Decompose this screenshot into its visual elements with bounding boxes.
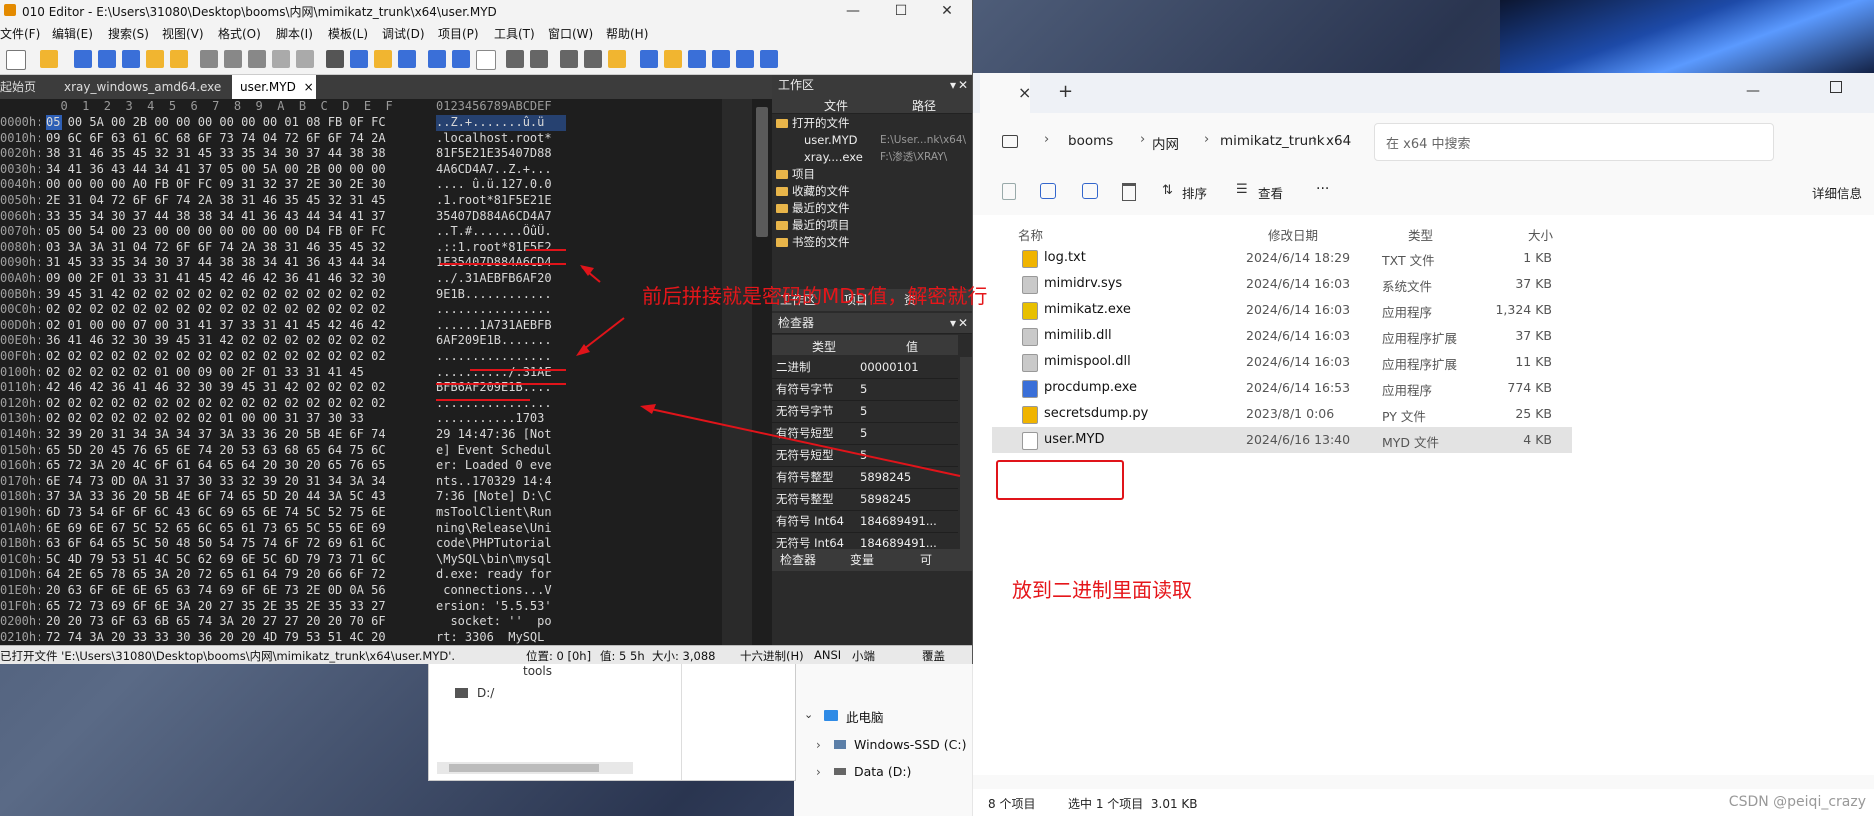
annotation-binary: 放到二进制里面读取: [1012, 578, 1192, 602]
annotation-overlay: [436, 249, 961, 477]
watermark: CSDN @peiqi_crazy: [1728, 794, 1866, 810]
arrow-line: [645, 407, 961, 477]
arrow-line: [579, 317, 625, 353]
annotation-md5: 前后拼接就是密码的MD5值，解密就行: [642, 284, 988, 308]
arrowhead: [640, 404, 656, 414]
